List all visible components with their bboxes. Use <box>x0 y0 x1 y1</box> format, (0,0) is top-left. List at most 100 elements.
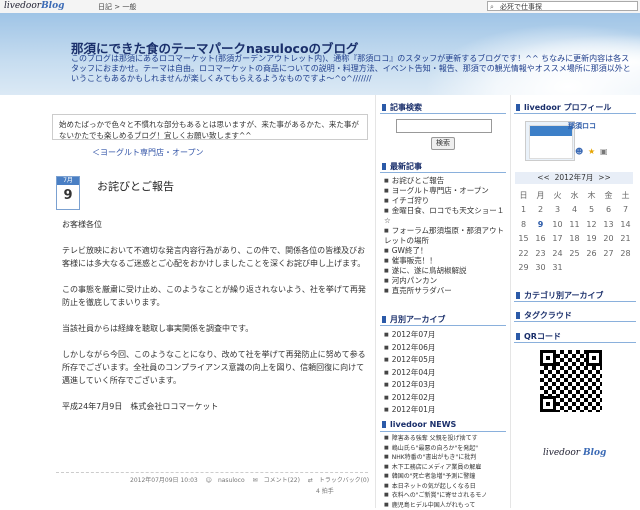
date-month: 7月 <box>57 177 79 185</box>
meta-author[interactable]: nasuloco <box>218 477 245 484</box>
meta-comments[interactable]: コメント(22) <box>264 477 300 484</box>
news-heading: livedoor NEWS <box>382 420 456 429</box>
news-item[interactable]: 韓国の"死亡者急増"予測に警鐘 <box>384 472 508 482</box>
heading-underline <box>380 172 506 173</box>
calendar-day: 14 <box>617 217 634 232</box>
calendar-day: 24 <box>549 246 566 261</box>
recent-post-item[interactable]: 河内パンカン <box>384 276 506 286</box>
footer-livedoor-logo[interactable]: livedoor Blog <box>543 448 606 458</box>
calendar-day: 7 <box>617 203 634 218</box>
clap-count[interactable]: 4 拍手 <box>316 486 334 495</box>
calendar-day: 25 <box>566 246 583 261</box>
trackback-icon: ⇄ <box>308 477 313 484</box>
calendar-day <box>583 261 600 276</box>
recent-post-item[interactable]: 催事販売！！ <box>384 256 506 266</box>
recent-post-item[interactable]: イチゴ狩り <box>384 196 506 206</box>
star-icon[interactable]: ★ <box>588 147 595 156</box>
calendar-day: 19 <box>583 232 600 247</box>
breadcrumb[interactable]: 日記 > 一般 <box>98 2 136 12</box>
archive-item[interactable]: 2012年01月 <box>384 404 506 417</box>
archive-item[interactable]: 2012年07月 <box>384 329 506 342</box>
archive-item[interactable]: 2012年04月 <box>384 367 506 380</box>
calendar-day: 21 <box>617 232 634 247</box>
calendar-next[interactable]: >> <box>598 173 611 182</box>
news-item[interactable]: NHK特番の"書出がもき"に批判 <box>384 453 508 463</box>
weekday: 月 <box>532 188 549 203</box>
livedoor-blog-logo[interactable]: livedoorBlog <box>4 1 64 11</box>
archive-heading: 月別アーカイブ <box>382 314 446 325</box>
recent-posts-heading: 最新記事 <box>382 161 422 172</box>
archive-item[interactable]: 2012年03月 <box>384 379 506 392</box>
recent-post-item[interactable]: 遂に、遂に鳥胡椒解説 <box>384 266 506 276</box>
search-button[interactable]: 検索 <box>431 137 455 150</box>
top-search-value: 必死で仕事探 <box>500 3 542 11</box>
calendar-day: 17 <box>549 232 566 247</box>
heading-underline <box>514 342 636 343</box>
news-item[interactable]: 嶋山氏ら"最悪の自ろか"を発起" <box>384 444 508 454</box>
archive-item[interactable]: 2012年02月 <box>384 392 506 405</box>
blog-description: このブログは那須にあるロコマーケット(那須ガーデンアウトレット内)、通称『那須ロ… <box>71 54 635 84</box>
date-badge: 7月 9 <box>56 176 80 210</box>
calendar-day: 18 <box>566 232 583 247</box>
calendar-day: 20 <box>600 232 617 247</box>
recent-post-item[interactable]: 金曜日食、ロコでも天文ショー１☆ <box>384 206 506 226</box>
calendar-day-link[interactable]: 9 <box>532 217 549 232</box>
mobile-icon[interactable]: ▣ <box>600 147 608 156</box>
news-item[interactable]: 鹿児島ヒデル中国人がれもって <box>384 501 508 510</box>
recent-post-item[interactable]: 直売所サラダバー <box>384 286 506 296</box>
news-item[interactable]: 木下工務店にメディア業員の解雇 <box>384 463 508 473</box>
article-body: お客様各位 テレビ放映において不適切な発言内容行為があり、この件で、関係各位の皆… <box>62 218 368 426</box>
article: 7月 9 お詫びとご報告 お客様各位 テレビ放映において不適切な発言内容行為があ… <box>56 176 368 508</box>
user-icon: ☺ <box>206 477 212 484</box>
column-divider <box>510 95 511 508</box>
footer-logo-text: livedoor <box>543 448 580 458</box>
calendar-day: 10 <box>549 217 566 232</box>
prev-article-link[interactable]: ＜ヨーグルト専門店・オープン <box>92 147 204 158</box>
calendar-day: 1 <box>515 203 532 218</box>
profile-name-link[interactable]: 那須ロコ <box>568 121 596 131</box>
tag-cloud-heading: タグクラウド <box>516 310 572 321</box>
news-item[interactable]: 衣料への"ご新賞"に寄せされるモノ <box>384 491 508 501</box>
calendar-day: 31 <box>549 261 566 276</box>
recent-post-item[interactable]: GW終了！ <box>384 246 506 256</box>
heading-underline <box>514 113 636 114</box>
article-divider <box>56 472 368 473</box>
news-list: 障害ある強奪 父親を投げ捨てす 嶋山氏ら"最悪の自ろか"を発起" NHK特番の"… <box>384 434 508 510</box>
calendar-prev[interactable]: << <box>537 173 550 182</box>
article-title[interactable]: お詫びとご報告 <box>97 178 174 194</box>
qr-heading: QRコード <box>516 331 561 342</box>
archive-item[interactable]: 2012年06月 <box>384 342 506 355</box>
calendar-day: 23 <box>532 246 549 261</box>
calendar-day: 8 <box>515 217 532 232</box>
news-item[interactable]: 障害ある強奪 父親を投げ捨てす <box>384 434 508 444</box>
recent-post-item[interactable]: フォーラム那須塩原・那須アウトレットの場所 <box>384 226 506 246</box>
article-paragraph: 当該社員からは経緯を聴取し事実関係を調査中です。 <box>62 322 368 335</box>
calendar-day: 13 <box>600 217 617 232</box>
logo-blog-text: Blog <box>41 1 64 11</box>
calendar-day: 3 <box>549 203 566 218</box>
person-icon[interactable]: ☻ <box>575 147 583 156</box>
recent-post-item[interactable]: お詫びとご報告 <box>384 176 506 186</box>
calendar-header: << 2012年7月 >> <box>515 172 633 184</box>
calendar-day: 22 <box>515 246 532 261</box>
search-icon: ⌕ <box>490 2 494 12</box>
calendar-day: 6 <box>600 203 617 218</box>
calendar: 日 月 火 水 木 金 土 1 2 3 4 5 6 7 8 9 10 11 12… <box>515 188 634 275</box>
archive-item[interactable]: 2012年05月 <box>384 354 506 367</box>
category-heading: カテゴリ別アーカイブ <box>516 290 604 301</box>
calendar-day <box>566 261 583 276</box>
weekday: 金 <box>600 188 617 203</box>
calendar-day: 27 <box>600 246 617 261</box>
recent-post-item[interactable]: ヨーグルト専門店・オープン <box>384 186 506 196</box>
news-item[interactable]: 本日ネットの気が起しくなる日 <box>384 482 508 492</box>
date-day: 9 <box>57 185 79 207</box>
weekday: 土 <box>617 188 634 203</box>
heading-underline <box>514 321 636 322</box>
top-search-input[interactable]: ⌕ 必死で仕事探 <box>487 1 638 11</box>
calendar-day: 29 <box>515 261 532 276</box>
weekday: 水 <box>566 188 583 203</box>
blog-search-input[interactable] <box>396 119 492 133</box>
archive-list: 2012年07月 2012年06月 2012年05月 2012年04月 2012… <box>384 329 506 417</box>
meta-trackback[interactable]: トラックバック(0) <box>319 477 369 484</box>
logo-text: livedoor <box>4 1 41 11</box>
